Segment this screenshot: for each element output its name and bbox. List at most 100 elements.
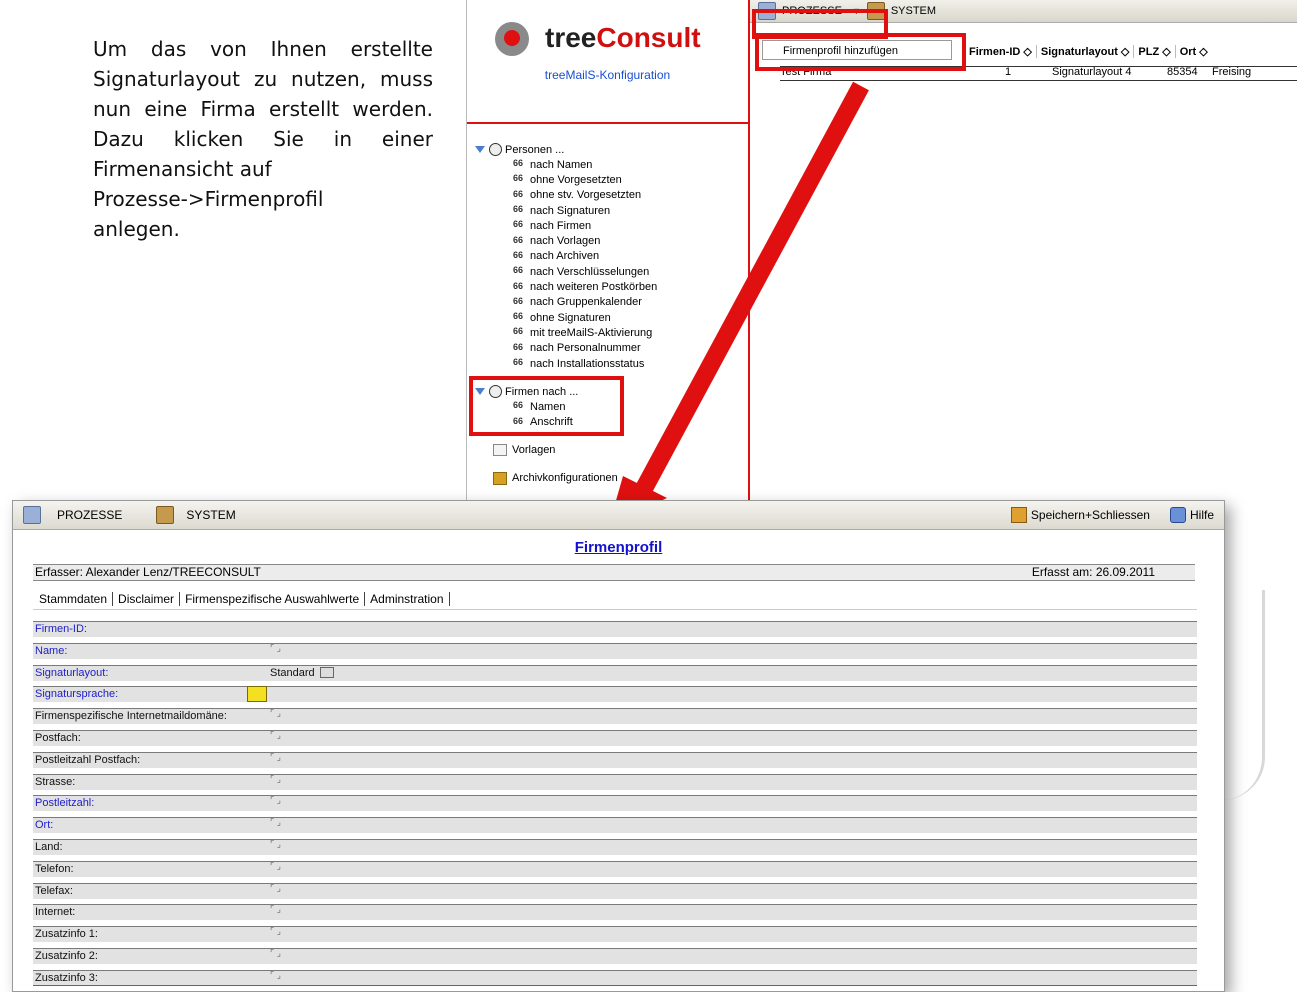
tab-auswahlwerte[interactable]: Firmenspezifische Auswahlwerte xyxy=(180,592,366,606)
field-label: Firmen-ID: xyxy=(35,623,87,635)
field-label: Postleitzahl Postfach: xyxy=(35,753,141,766)
tab-stammdaten[interactable]: Stammdaten xyxy=(37,592,114,606)
view-item[interactable]: nach weiteren Postkörben xyxy=(475,279,657,294)
view-item[interactable]: nach Personalnummer xyxy=(475,341,657,356)
field-input[interactable]: ⌜ ⌟ xyxy=(270,837,281,852)
form-field-row: Ort: ⌜ ⌟ xyxy=(33,815,1197,834)
treeconsult-logo-icon xyxy=(495,22,529,56)
field-input[interactable]: ⌜ ⌟ xyxy=(270,946,281,961)
view-item[interactable]: nach Verschlüsselungen xyxy=(475,264,657,279)
field-label: Land: xyxy=(35,840,63,853)
field-label: Zusatzinfo 3: xyxy=(35,971,98,984)
erfasser-label: Erfasser: Alexander Lenz/TREECONSULT xyxy=(35,565,261,579)
erfasst-label: Erfasst am: 26.09.2011 xyxy=(1031,565,1155,579)
view-item-label: nach Signaturen xyxy=(530,204,611,217)
view-icon xyxy=(513,173,526,185)
field-input[interactable]: ⌜ ⌟ xyxy=(270,902,281,917)
nav-vorlagen-label: Vorlagen xyxy=(512,443,556,456)
signaturlayout-select[interactable]: Standard xyxy=(270,666,334,681)
app-subtitle: treeMailS-Konfiguration xyxy=(544,68,671,82)
form-fields: Firmen-ID: Name: ⌜ ⌟ Signaturlayout: Standar… xyxy=(33,621,1197,991)
form-field-row: Firmenspezifische Internetmaildomäne: ⌜ ⌟ xyxy=(33,706,1197,725)
field-label: Zusatzinfo 1: xyxy=(35,928,98,941)
field-label: Telefon: xyxy=(35,862,74,875)
form-bottom-divider xyxy=(33,985,1197,986)
view-item[interactable]: nach Namen xyxy=(475,157,657,172)
highlight-menu-item xyxy=(755,33,966,71)
help-button[interactable]: Hilfe xyxy=(1190,508,1214,522)
dropdown-icon[interactable] xyxy=(319,667,334,679)
field-input[interactable]: ⌜ ⌟ xyxy=(270,641,281,656)
field-input[interactable]: ⌜ ⌟ xyxy=(270,793,281,808)
tab-adminstration[interactable]: Adminstration xyxy=(365,592,450,606)
field-input[interactable]: ⌜ ⌟ xyxy=(270,815,281,830)
firmenprofil-window: PROZESSE SYSTEM Speichern+Schliessen Hil… xyxy=(12,500,1225,992)
view-item[interactable]: nach Vorlagen xyxy=(475,233,657,248)
tree-group-personen[interactable]: Personen ... xyxy=(475,142,657,157)
column-headers: Firmen-ID ◇ Signaturlayout ◇ PLZ ◇ Ort ◇ xyxy=(965,40,1212,62)
field-input[interactable]: ⌜ ⌟ xyxy=(270,881,281,896)
view-item-label: ohne Vorgesetzten xyxy=(530,173,622,186)
system-menu-button[interactable]: SYSTEM xyxy=(891,5,936,17)
view-item-label: nach Vorlagen xyxy=(530,235,601,248)
form-field-row: Telefon: ⌜ ⌟ xyxy=(33,859,1197,877)
cell-plz: 85354 xyxy=(1167,66,1198,78)
field-input[interactable]: ⌜ ⌟ xyxy=(270,750,281,765)
field-input[interactable]: ⌜ ⌟ xyxy=(270,772,281,787)
view-item[interactable]: nach Signaturen xyxy=(475,203,657,218)
form-field-row: Postleitzahl Postfach: ⌜ ⌟ xyxy=(33,750,1197,768)
form-field-row: Telefax: ⌜ ⌟ xyxy=(33,881,1197,899)
form-field-row: Land: ⌜ ⌟ xyxy=(33,837,1197,855)
view-item-label: ohne Signaturen xyxy=(530,311,611,324)
column-header[interactable]: Firmen-ID ◇ xyxy=(965,44,1037,58)
expand-triangle-icon[interactable] xyxy=(475,146,485,153)
view-item[interactable]: ohne stv. Vorgesetzten xyxy=(475,188,657,203)
page-curl-decoration xyxy=(1222,590,1265,800)
instruction-process: Prozesse->Firmenprofil xyxy=(93,187,324,211)
view-item[interactable]: ohne Signaturen xyxy=(475,310,657,325)
field-input[interactable]: ⌜ ⌟ xyxy=(270,968,281,983)
template-icon xyxy=(493,443,507,456)
view-item[interactable]: nach Archiven xyxy=(475,249,657,264)
signaturlayout-value: Standard xyxy=(270,666,315,679)
view-icon xyxy=(513,296,526,308)
form-toolbar-right: Speichern+Schliessen Hilfe xyxy=(1010,501,1214,529)
field-label: Name: xyxy=(35,644,68,657)
person-group-icon xyxy=(489,143,502,156)
field-input[interactable]: ⌜ ⌟ xyxy=(270,728,281,743)
language-picker-icon[interactable] xyxy=(247,686,267,703)
tab-disclaimer[interactable]: Disclaimer xyxy=(113,592,181,606)
view-item-label: nach Namen xyxy=(530,158,593,171)
view-item[interactable]: nach Installationsstatus xyxy=(475,356,657,371)
view-icon xyxy=(513,265,526,277)
nav-vorlagen[interactable]: Vorlagen xyxy=(475,443,657,456)
view-icon xyxy=(513,189,526,201)
view-item[interactable]: ohne Vorgesetzten xyxy=(475,172,657,187)
form-system-button[interactable]: SYSTEM xyxy=(186,508,235,522)
view-icon xyxy=(513,311,526,323)
instruction-text: Um das von Ihnen erstellte Signaturlayou… xyxy=(93,34,433,244)
view-item[interactable]: nach Firmen xyxy=(475,218,657,233)
form-field-row: Postfach: ⌜ ⌟ xyxy=(33,728,1197,746)
view-item-label: nach weiteren Postkörben xyxy=(530,281,658,294)
column-header[interactable]: Signaturlayout ◇ xyxy=(1037,44,1135,58)
form-field-row: Name: ⌜ ⌟ xyxy=(33,641,1197,659)
view-icon xyxy=(513,281,526,293)
column-header[interactable]: Ort ◇ xyxy=(1176,45,1212,58)
field-label: Postfach: xyxy=(35,731,81,744)
view-icon xyxy=(513,357,526,369)
help-icon xyxy=(1169,507,1186,523)
save-close-button[interactable]: Speichern+Schliessen xyxy=(1031,508,1150,522)
field-input[interactable]: ⌜ ⌟ xyxy=(270,924,281,939)
view-item-label: nach Installationsstatus xyxy=(530,357,645,370)
nav-archiv[interactable]: Archivkonfigurationen xyxy=(475,471,657,485)
view-item[interactable]: nach Gruppenkalender xyxy=(475,295,657,310)
view-item[interactable]: mit treeMailS-Aktivierung xyxy=(475,325,657,340)
form-prozesse-button[interactable]: PROZESSE xyxy=(57,508,122,522)
field-label: Internet: xyxy=(35,906,76,919)
field-input[interactable]: ⌜ ⌟ xyxy=(270,859,281,874)
field-input[interactable]: ⌜ ⌟ xyxy=(270,706,281,721)
column-header[interactable]: PLZ ◇ xyxy=(1134,44,1176,58)
view-icon xyxy=(513,235,526,247)
logo-tree: tree xyxy=(545,22,597,53)
